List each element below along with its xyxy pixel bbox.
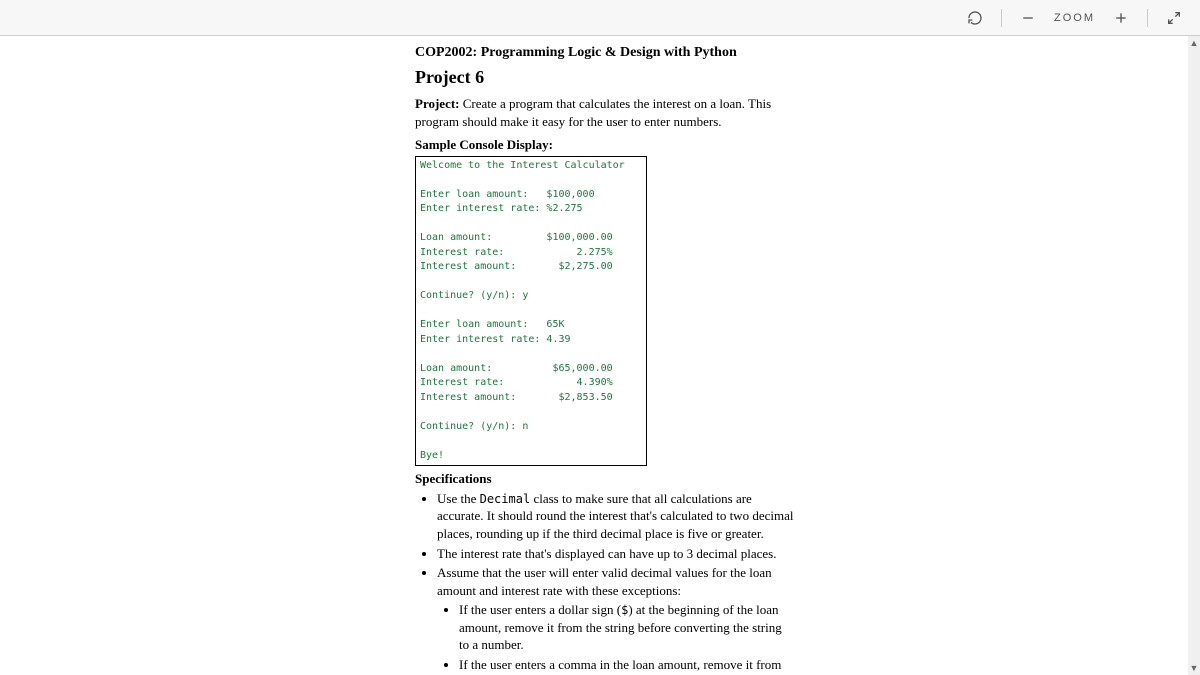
refresh-icon[interactable] xyxy=(961,4,989,32)
spec-sub-list: If the user enters a dollar sign ($) at … xyxy=(437,601,795,675)
spec-sub-item: If the user enters a comma in the loan a… xyxy=(459,656,795,675)
project-heading: Project 6 xyxy=(415,65,1175,89)
scroll-down-arrow-icon[interactable]: ▼ xyxy=(1188,661,1200,675)
project-text: Create a program that calculates the int… xyxy=(415,96,771,129)
zoom-out-button[interactable] xyxy=(1014,4,1042,32)
zoom-label: ZOOM xyxy=(1050,12,1099,24)
console-output: Welcome to the Interest Calculator Enter… xyxy=(415,156,647,467)
project-label: Project: xyxy=(415,96,460,111)
zoom-in-button[interactable] xyxy=(1107,4,1135,32)
document-viewport[interactable]: COP2002: Programming Logic & Design with… xyxy=(0,36,1188,675)
toolbar: ZOOM xyxy=(0,0,1200,36)
document-page: COP2002: Programming Logic & Design with… xyxy=(415,36,1175,675)
scroll-up-arrow-icon[interactable]: ▲ xyxy=(1188,36,1200,50)
project-description: Project: Create a program that calculate… xyxy=(415,95,785,130)
specifications-heading: Specifications xyxy=(415,470,1175,488)
code-decimal: Decimal xyxy=(480,492,531,506)
sample-console-heading: Sample Console Display: xyxy=(415,136,1175,154)
specifications-list: Use the Decimal class to make sure that … xyxy=(415,490,795,675)
spec-sub-item: If the user enters a dollar sign ($) at … xyxy=(459,601,795,654)
course-title: COP2002: Programming Logic & Design with… xyxy=(415,44,1175,63)
fullscreen-icon[interactable] xyxy=(1160,4,1188,32)
spec-item: Assume that the user will enter valid de… xyxy=(437,564,795,675)
vertical-scrollbar[interactable]: ▲ ▼ xyxy=(1188,36,1200,675)
toolbar-separator xyxy=(1001,9,1002,27)
spec-item: The interest rate that's displayed can h… xyxy=(437,545,795,563)
toolbar-separator xyxy=(1147,9,1148,27)
spec-item: Use the Decimal class to make sure that … xyxy=(437,490,795,543)
